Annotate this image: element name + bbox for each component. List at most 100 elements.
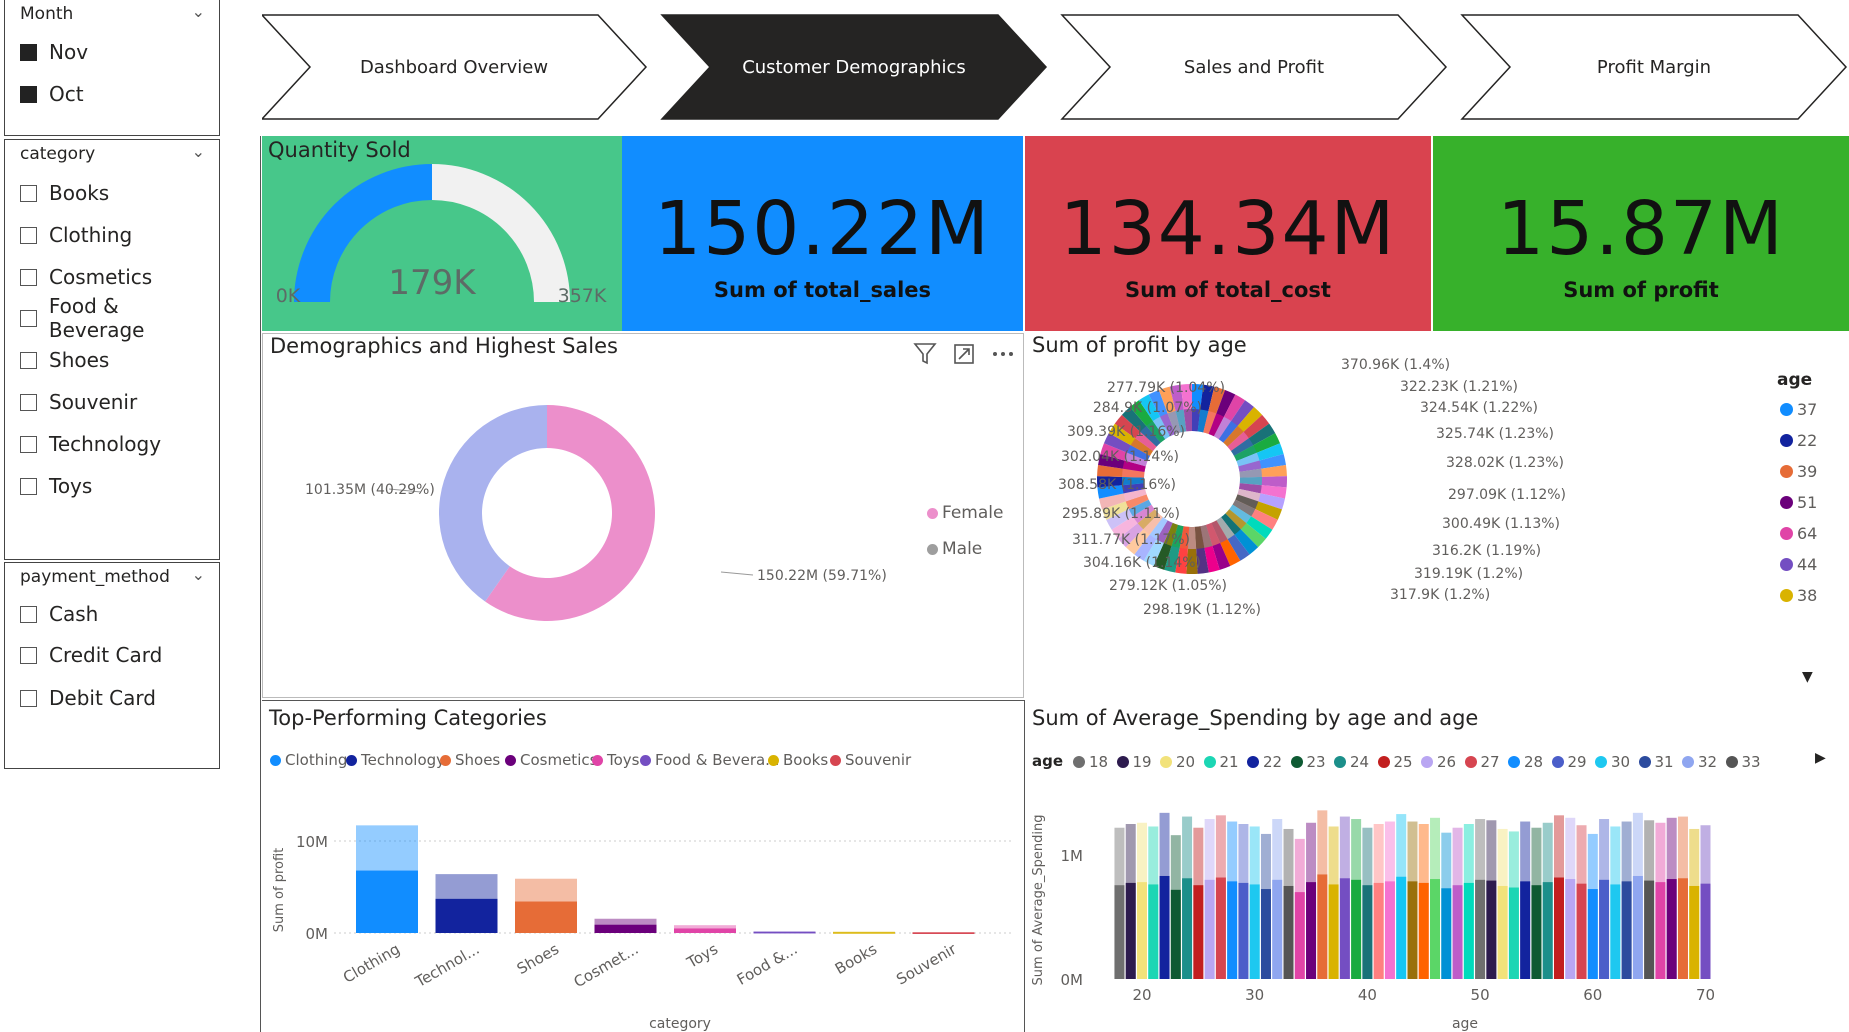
category-option-clothing[interactable]: Clothing	[20, 221, 132, 249]
checkbox-icon[interactable]	[20, 43, 37, 61]
y-tick-label: 0M	[306, 925, 329, 943]
data-label: 277.79K (1.04%)	[1107, 380, 1225, 396]
bar	[1260, 889, 1271, 979]
bar	[1294, 892, 1305, 979]
data-label: 325.74K (1.23%)	[1436, 426, 1554, 442]
legend-item[interactable]: 64	[1780, 524, 1817, 543]
option-label: Food & Beverage	[48, 294, 145, 342]
option-label: Shoes	[49, 348, 110, 372]
bar	[1644, 880, 1655, 979]
profit-by-age-visual[interactable]: Sum of profit by age 370.96K (1.4%) 322.2…	[1025, 333, 1849, 698]
checkbox-icon[interactable]	[20, 477, 37, 495]
checkbox-icon[interactable]	[20, 184, 37, 202]
chevron-down-icon[interactable]: ⌄	[192, 142, 205, 161]
checkbox-icon[interactable]	[20, 605, 37, 623]
legend-dot	[1780, 434, 1793, 447]
bar	[1137, 882, 1147, 979]
bar	[912, 932, 975, 934]
legend-item-female[interactable]: Female	[927, 503, 1003, 523]
bar	[1249, 884, 1260, 979]
x-tick-label: 20	[1132, 986, 1151, 1004]
bar	[1553, 877, 1564, 979]
legend-dot	[927, 543, 938, 555]
checkbox-icon[interactable]	[20, 393, 37, 411]
legend-item-male[interactable]: Male	[927, 539, 982, 559]
option-label: Toys	[49, 474, 93, 498]
quantity-sold-gauge-card[interactable]: Quantity Sold 179K 0K 357K	[262, 136, 622, 331]
category-option-toys[interactable]: Toys	[20, 472, 92, 500]
profit-card[interactable]: 15.87M Sum of profit	[1433, 136, 1849, 331]
month-option-oct[interactable]: Oct	[20, 80, 84, 108]
legend-label: 37	[1797, 400, 1818, 419]
leader-line	[720, 571, 754, 576]
checkbox-icon[interactable]	[20, 435, 37, 453]
checkbox-icon[interactable]	[20, 309, 37, 327]
legend-dot	[1780, 465, 1793, 478]
chevron-down-icon[interactable]: ⌄	[192, 2, 205, 21]
nav-label: Customer Demographics	[742, 57, 966, 78]
month-option-nov[interactable]: Nov	[20, 38, 88, 66]
bar	[1520, 881, 1531, 979]
checkbox-icon[interactable]	[20, 226, 37, 244]
checkbox-icon[interactable]	[20, 689, 37, 707]
bar	[1328, 884, 1339, 979]
data-label: 308.58K (1.16%)	[1058, 477, 1176, 493]
legend-item[interactable]: 38	[1780, 586, 1817, 605]
legend-item[interactable]: 51	[1780, 493, 1817, 512]
spending-by-age-visual[interactable]: Sum of Average_Spending by age and age a…	[1025, 700, 1849, 1032]
data-label: 284.9K (1.07%)	[1093, 400, 1202, 416]
checkbox-icon[interactable]	[20, 85, 37, 103]
demographics-visual[interactable]: Demographics and Highest Sales 101.35M (…	[262, 333, 1024, 698]
bar	[1114, 885, 1125, 979]
month-slicer[interactable]: Month ⌄ Nov Oct	[4, 0, 220, 136]
payment-method-slicer[interactable]: payment_method ⌄ Cash Credit Card Debit …	[4, 562, 220, 769]
bar	[1610, 884, 1621, 979]
legend-item[interactable]: 22	[1780, 431, 1817, 450]
legend-dot	[1780, 496, 1793, 509]
bar	[1452, 885, 1463, 979]
legend-label: Male	[942, 539, 983, 559]
payment-option-cash[interactable]: Cash	[20, 600, 98, 628]
y-tick-label: 10M	[296, 833, 328, 851]
total-sales-label: Sum of total_sales	[713, 278, 932, 302]
category-option-food[interactable]: Food & Beverage	[20, 294, 219, 342]
bar	[1148, 884, 1159, 979]
category-slicer-title: category	[20, 144, 96, 164]
x-tick-label: 70	[1696, 986, 1715, 1004]
category-option-books[interactable]: Books	[20, 179, 109, 207]
category-option-cosmetics[interactable]: Cosmetics	[20, 263, 152, 291]
bar	[1599, 879, 1610, 979]
category-option-souvenir[interactable]: Souvenir	[20, 388, 137, 416]
total-sales-card[interactable]: 150.22M Sum of total_sales	[622, 136, 1023, 331]
checkbox-icon[interactable]	[20, 646, 37, 664]
total-cost-card[interactable]: 134.34M Sum of total_cost	[1025, 136, 1431, 331]
data-label: 298.19K (1.12%)	[1143, 602, 1261, 618]
payment-option-credit-card[interactable]: Credit Card	[20, 641, 162, 669]
data-label: 319.19K (1.2%)	[1414, 566, 1523, 582]
category-option-shoes[interactable]: Shoes	[20, 346, 109, 374]
legend-item[interactable]: 44	[1780, 555, 1817, 574]
data-label: 295.89K (1.11%)	[1062, 506, 1180, 522]
category-option-technology[interactable]: Technology	[20, 430, 161, 458]
bar	[1317, 874, 1328, 979]
y-tick-label: 1M	[1061, 847, 1084, 865]
legend-item[interactable]: 37	[1780, 400, 1817, 419]
checkbox-icon[interactable]	[20, 351, 37, 369]
bar	[1362, 885, 1373, 979]
option-label: Debit Card	[49, 686, 156, 710]
payment-option-debit-card[interactable]: Debit Card	[20, 684, 156, 712]
checkbox-icon[interactable]	[20, 268, 37, 286]
page-navigator: Dashboard Overview Customer Demographics…	[262, 14, 1848, 120]
donut-slice-male	[438, 405, 547, 602]
bar	[1475, 879, 1486, 979]
top-categories-visual[interactable]: Top-Performing Categories Clothing Techno…	[262, 700, 1024, 1032]
chevron-down-icon[interactable]: ⌄	[192, 565, 205, 584]
legend-label: 44	[1797, 555, 1818, 574]
profit-value: 15.87M	[1497, 186, 1785, 272]
option-label: Cosmetics	[49, 265, 153, 289]
legend-item[interactable]: 39	[1780, 462, 1817, 481]
option-label: Souvenir	[49, 390, 138, 414]
category-slicer[interactable]: category ⌄ Books Clothing Cosmetics Food…	[4, 139, 220, 560]
x-tick-label: 60	[1583, 986, 1602, 1004]
legend-scroll-down-icon[interactable]: ▼	[1802, 669, 1813, 685]
